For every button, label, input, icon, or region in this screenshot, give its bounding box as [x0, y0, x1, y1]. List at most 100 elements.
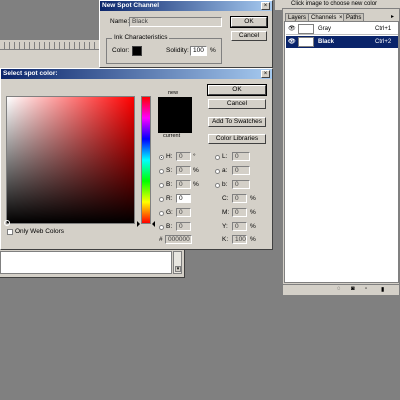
blue-field[interactable]: 0 — [176, 222, 191, 231]
channel-shortcut: Ctrl+2 — [375, 39, 392, 45]
only-web-colors-checkbox[interactable] — [7, 229, 13, 235]
new-color-label: new — [168, 90, 179, 96]
load-selection-icon[interactable]: ◌ — [337, 286, 341, 292]
ink-characteristics-label: Ink Characteristics — [112, 34, 170, 42]
channel-name: Gray — [318, 26, 332, 32]
channel-row-gray[interactable]: 👁 Gray Ctrl+1 — [286, 23, 398, 35]
new-spot-channel-titlebar: New Spot Channel — [100, 1, 272, 11]
add-to-swatches-button[interactable]: Add To Swatches — [208, 117, 266, 127]
blue-label: B: — [166, 223, 173, 230]
trash-icon[interactable]: ▮ — [381, 286, 384, 293]
yellow-label: Y: — [222, 223, 228, 230]
channels-panel: Layers Channels × Paths ▸ 👁 Gray Ctrl+1 … — [282, 8, 400, 296]
radio-b[interactable] — [215, 183, 220, 188]
hex-label: # — [159, 236, 163, 243]
panel-bottom-bar: ◌ ◙ ▫ ▮ — [283, 284, 399, 295]
ink-color-swatch[interactable] — [132, 46, 142, 56]
black-field[interactable]: 100 — [232, 235, 247, 244]
hue-label: H: — [166, 153, 173, 160]
select-color-ok-button[interactable]: OK — [207, 84, 267, 96]
name-field[interactable]: Black — [129, 17, 222, 27]
select-color-cancel-button[interactable]: Cancel — [208, 99, 266, 109]
red-label: R: — [166, 195, 173, 202]
radio-a[interactable] — [215, 169, 220, 174]
channel-thumbnail — [298, 24, 314, 34]
color-label: Color: — [112, 47, 130, 54]
green-field[interactable]: 0 — [176, 208, 191, 217]
yellow-field[interactable]: 0 — [232, 222, 247, 231]
tab-layers[interactable]: Layers — [285, 13, 310, 21]
new-channel-icon[interactable]: ▫ — [365, 286, 367, 292]
color-picker-cursor-icon[interactable] — [4, 220, 10, 226]
save-selection-icon[interactable]: ◙ — [351, 286, 355, 292]
red-field[interactable]: 0 — [176, 194, 191, 203]
solidity-field[interactable]: 100 — [190, 46, 207, 56]
radio-green[interactable] — [159, 211, 164, 216]
brightness-unit: % — [193, 181, 199, 188]
black-unit: % — [250, 236, 256, 243]
cyan-unit: % — [250, 195, 256, 202]
radio-lightness[interactable] — [215, 155, 220, 160]
cyan-field[interactable]: 0 — [232, 194, 247, 203]
hex-field[interactable]: 000000 — [165, 235, 192, 244]
tab-channels[interactable]: Channels × — [308, 13, 346, 21]
hue-field[interactable]: 0 — [176, 152, 191, 161]
cyan-label: C: — [222, 195, 229, 202]
solidity-unit: % — [210, 47, 216, 54]
green-label: G: — [166, 209, 173, 216]
brightness-field[interactable]: 0 — [176, 180, 191, 189]
brightness-label: B: — [166, 181, 173, 188]
b-field[interactable]: 0 — [232, 180, 250, 189]
channel-shortcut: Ctrl+1 — [375, 26, 392, 32]
current-color-label: current — [163, 133, 181, 139]
new-spot-channel-title: New Spot Channel — [102, 2, 160, 9]
only-web-colors-label: Only Web Colors — [15, 228, 65, 235]
new-spot-channel-dialog: New Spot Channel × Name: Black OK Cancel… — [99, 0, 273, 68]
radio-saturation[interactable] — [159, 169, 164, 174]
saturation-unit: % — [193, 167, 199, 174]
radio-brightness[interactable] — [159, 183, 164, 188]
a-label: a: — [222, 167, 228, 174]
color-field[interactable] — [4, 96, 135, 226]
black-label: K: — [222, 236, 229, 243]
document-canvas[interactable] — [0, 251, 172, 274]
radio-blue[interactable] — [159, 225, 164, 230]
eye-icon[interactable]: 👁 — [288, 23, 296, 35]
top-hint-text: Click image to choose new color — [291, 1, 378, 7]
spot-channel-ok-button[interactable]: OK — [230, 16, 268, 28]
close-icon[interactable]: × — [261, 70, 270, 78]
current-color-swatch[interactable] — [158, 115, 192, 133]
hue-slider-right-arrow-icon[interactable] — [152, 221, 155, 227]
a-field[interactable]: 0 — [232, 166, 250, 175]
magenta-label: M: — [222, 209, 230, 216]
b-label: b: — [222, 181, 228, 188]
saturation-label: S: — [166, 167, 173, 174]
lightness-label: L: — [222, 153, 228, 160]
panel-menu-icon[interactable]: ▸ — [391, 14, 397, 20]
hue-slider[interactable] — [141, 96, 151, 224]
new-color-swatch — [158, 97, 192, 115]
hue-unit: ° — [193, 153, 196, 160]
eye-icon[interactable]: 👁 — [288, 36, 296, 48]
channel-row-black[interactable]: 👁 Black Ctrl+2 — [286, 36, 398, 48]
channels-list: 👁 Gray Ctrl+1 👁 Black Ctrl+2 — [284, 21, 399, 283]
solidity-label: Solidity: — [166, 47, 189, 54]
radio-red[interactable] — [159, 197, 164, 202]
color-libraries-button[interactable]: Color Libraries — [208, 134, 266, 144]
magenta-unit: % — [250, 209, 256, 216]
document-scrollbar[interactable]: ▾ — [173, 251, 182, 274]
radio-hue[interactable] — [159, 155, 164, 160]
scroll-down-arrow-icon[interactable]: ▾ — [175, 266, 181, 272]
close-icon[interactable]: × — [261, 2, 270, 10]
select-spot-color-titlebar: Select spot color: — [1, 69, 272, 79]
select-spot-color-title: Select spot color: — [3, 70, 58, 77]
name-label: Name: — [110, 18, 130, 25]
saturation-field[interactable]: 0 — [176, 166, 191, 175]
tab-paths[interactable]: Paths — [343, 13, 365, 21]
magenta-field[interactable]: 0 — [232, 208, 247, 217]
lightness-field[interactable]: 0 — [232, 152, 250, 161]
spot-channel-cancel-button[interactable]: Cancel — [231, 31, 267, 41]
channel-thumbnail — [298, 37, 314, 47]
channel-name: Black — [318, 39, 335, 45]
hue-slider-left-arrow-icon[interactable] — [137, 221, 140, 227]
